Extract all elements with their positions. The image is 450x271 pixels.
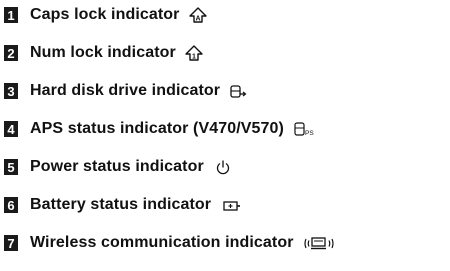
item-label: Hard disk drive indicator — [30, 82, 221, 99]
wireless-icon — [303, 235, 335, 252]
svg-text:1: 1 — [192, 53, 196, 60]
list-item: 5 Power status indicator — [0, 155, 231, 179]
list-item: 4 APS status indicator (V470/V570) PS — [0, 117, 315, 141]
item-number: 6 — [4, 197, 18, 213]
item-number: 3 — [4, 83, 18, 99]
hard-disk-drive-icon — [229, 83, 247, 100]
list-item: 6 Battery status indicator — [0, 193, 242, 217]
item-label: Num lock indicator — [30, 44, 176, 61]
item-label: Battery status indicator — [30, 196, 212, 213]
power-icon — [215, 159, 231, 176]
list-item: 1 Caps lock indicator A — [0, 3, 207, 27]
item-number: 4 — [4, 121, 18, 137]
aps-status-icon: PS — [293, 121, 315, 138]
item-label: Power status indicator — [30, 158, 204, 175]
item-label: APS status indicator (V470/V570) — [30, 120, 284, 137]
list-item: 3 Hard disk drive indicator — [0, 79, 247, 103]
item-label: Wireless communication indicator — [30, 234, 294, 251]
item-number: 2 — [4, 45, 18, 61]
item-number: 5 — [4, 159, 18, 175]
caps-lock-icon: A — [188, 6, 207, 24]
svg-text:A: A — [195, 15, 200, 22]
list-item: 2 Num lock indicator 1 — [0, 41, 203, 65]
num-lock-icon: 1 — [185, 44, 203, 62]
list-item: 7 Wireless communication indicator — [0, 231, 335, 255]
svg-text:PS: PS — [305, 130, 314, 137]
item-label: Caps lock indicator — [30, 6, 180, 23]
item-number: 7 — [4, 235, 18, 251]
battery-icon — [222, 197, 242, 214]
item-number: 1 — [4, 7, 18, 23]
